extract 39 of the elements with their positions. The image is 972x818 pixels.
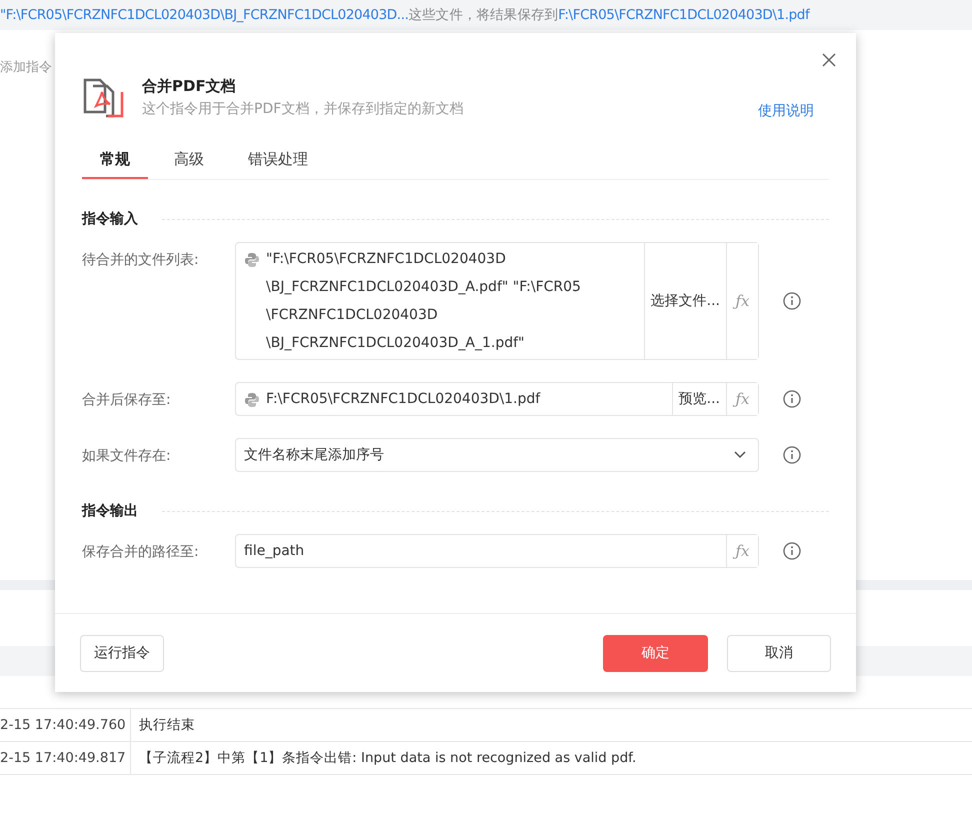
field-label: 待合并的文件列表: (82, 251, 200, 269)
add-command-label: 添加指令 (0, 59, 52, 76)
dialog-title: 合并PDF文档 (142, 77, 237, 96)
field-value: F:\FCR05\FCRZNFC1DCL020403D\1.pdf (266, 390, 542, 409)
field-value: file_path (243, 542, 306, 561)
input-field[interactable]: file_path ƒx (235, 534, 759, 568)
field-label: 保存合并的路径至: (82, 543, 200, 561)
field-value: "F:\FCR05\FCRZNFC1DCL020403D \BJ_FCRZNFC1DCL020403D_A.pdf" "F:\FCR05 \FCRZNFC1DCL020403D \BJ_FCRZNFC1DCL020403D_A_1.pdf" (266, 250, 582, 353)
dialog-subtitle: 这个指令用于合并PDF文档，并保存到指定的新文档 (142, 100, 464, 118)
input-field[interactable]: 文件名称末尾添加序号 (235, 438, 759, 472)
python-icon (244, 252, 260, 268)
field-label: 合并后保存至: (82, 391, 172, 409)
table-cell-text: 执行结束 (138, 716, 195, 734)
info-icon[interactable] (783, 292, 801, 310)
field-value: 文件名称末尾添加序号 (243, 446, 385, 465)
tab[interactable]: 错误处理 (230, 144, 326, 179)
input-field[interactable]: F:\FCR05\FCRZNFC1DCL020403D\1.pdf 预览... ƒx (235, 382, 759, 416)
info-icon[interactable] (783, 390, 801, 408)
pdf-documents-icon (82, 78, 126, 118)
close-icon[interactable] (822, 53, 836, 67)
table-cell: 2-15 17:40:49.817 (0, 742, 131, 774)
message-text: F:\FCR05\FCRZNFC1DCL020403D\1.pdf (558, 7, 810, 23)
info-icon[interactable] (783, 542, 801, 560)
tab[interactable]: 常规 (82, 144, 148, 179)
cancel-button[interactable]: 取消 (727, 634, 831, 672)
run-command-button[interactable]: 运行指令 (80, 634, 164, 672)
field-label: 如果文件存在: (82, 447, 172, 465)
section-title: 指令输入 (82, 210, 138, 228)
info-icon[interactable] (783, 446, 801, 464)
table-cell-text: 【子流程2】中第【1】条指令出错: Input data is not recognized as valid pdf. (138, 749, 636, 767)
input-field[interactable]: "F:\FCR05\FCRZNFC1DCL020403D \BJ_FCRZNFC1DCL020403D_A.pdf" "F:\FCR05 \FCRZNFC1DCL020403D \BJ_FCRZNFC1DCL020403D_A_1.pdf" 选择文件... ƒx (235, 242, 759, 360)
section-title: 指令输出 (82, 502, 138, 520)
table-cell: 2-15 17:40:49.760 (0, 709, 131, 741)
python-icon (244, 392, 260, 408)
message-text: 这些文件，将结果保存到 (408, 6, 558, 24)
chevron-down-icon (734, 451, 746, 459)
help-link[interactable]: 使用说明 (758, 102, 814, 120)
message-text: "F:\FCR05\FCRZNFC1DCL020403D\BJ_FCRZNFC1DCL020403D... (0, 7, 408, 23)
tab[interactable]: 高级 (156, 144, 222, 179)
